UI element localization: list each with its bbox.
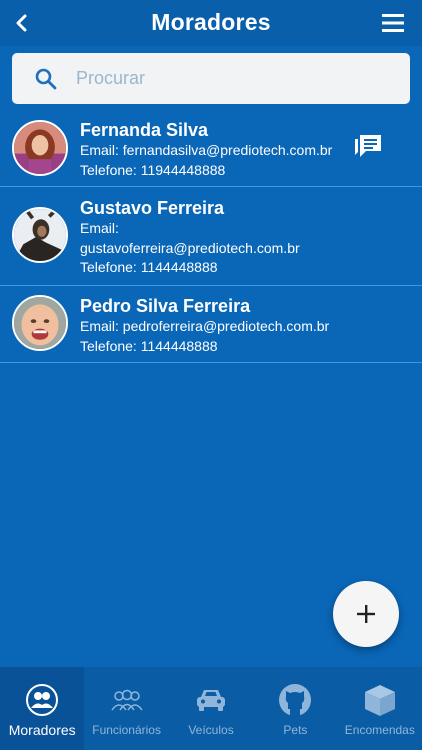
plus-icon (357, 605, 375, 623)
add-resident-button[interactable] (333, 581, 399, 647)
car-icon (197, 690, 226, 711)
tab-label: Funcionários (92, 723, 161, 737)
residents-icon (26, 684, 59, 716)
resident-email: gustavoferreira@prediotech.com.br (80, 239, 300, 256)
resident-phone: Telefone: 11944448888 (80, 161, 226, 178)
page-title: Moradores (151, 9, 271, 35)
tab-label: Veículos (188, 723, 234, 737)
resident-name: Pedro Silva Ferreira (80, 296, 251, 316)
resident-email: Email: fernandasilva@prediotech.com.br (80, 142, 333, 158)
search-input[interactable] (74, 53, 394, 104)
resident-name: Fernanda Silva (80, 120, 209, 140)
resident-phone: Telefone: 1144448888 (80, 259, 218, 275)
avatar (12, 120, 68, 176)
list-item[interactable]: Pedro Silva Ferreira Email: pedroferreir… (0, 286, 422, 363)
resident-phone: Telefone: 1144448888 (80, 337, 218, 354)
residents-list: Fernanda Silva Email: fernandasilva@pred… (0, 110, 422, 363)
tab-moradores[interactable]: Moradores (0, 667, 85, 750)
tab-encomendas[interactable]: Encomendas (338, 667, 422, 750)
list-item[interactable]: Gustavo Ferreira Email: gustavoferreira@… (0, 187, 422, 286)
hamburger-menu-icon (382, 14, 404, 32)
app-header: Moradores (0, 0, 422, 46)
tab-label: Moradores (8, 722, 76, 738)
resident-email: Email: pedroferreira@prediotech.com.br (80, 318, 330, 334)
resident-email-label: Email: (80, 220, 119, 236)
avatar (12, 207, 68, 263)
tab-label: Encomendas (344, 723, 415, 737)
menu-button[interactable] (380, 10, 406, 36)
bottom-navigation: Moradores Funcionários Veículos Pets Enc… (0, 667, 422, 750)
chat-icon (355, 135, 381, 157)
tab-funcionarios[interactable]: Funcionários (84, 667, 168, 750)
resident-name: Gustavo Ferreira (80, 198, 225, 218)
search-icon (35, 68, 57, 90)
tab-pets[interactable]: Pets (253, 667, 337, 750)
search-bar (12, 53, 410, 104)
staff-icon (110, 689, 143, 711)
chat-button[interactable] (352, 131, 384, 163)
tab-veiculos[interactable]: Veículos (169, 667, 253, 750)
tab-label: Pets (283, 723, 308, 737)
avatar (12, 295, 68, 351)
list-item[interactable]: Fernanda Silva Email: fernandasilva@pred… (0, 110, 422, 187)
package-icon (364, 685, 395, 716)
github-cat-icon (279, 684, 312, 716)
